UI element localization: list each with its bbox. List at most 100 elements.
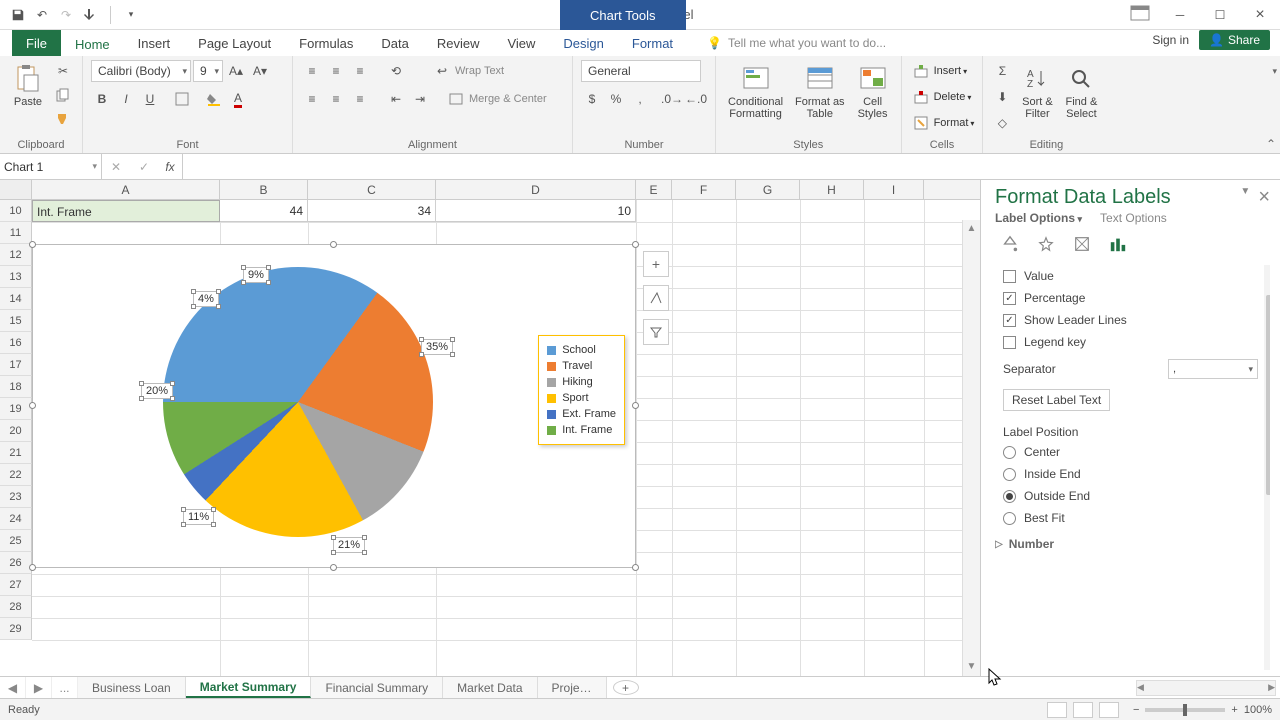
fill-color-icon[interactable] bbox=[203, 88, 225, 110]
sort-filter-button[interactable]: AZSort & Filter bbox=[1017, 60, 1057, 122]
pie-chart-object[interactable]: 35% 21% 11% 20% 4% 9% School Travel Hiki… bbox=[32, 244, 636, 568]
page-break-view-button[interactable] bbox=[1099, 702, 1119, 718]
clear-icon[interactable]: ◇ bbox=[991, 112, 1013, 134]
sheet-tab-financial-summary[interactable]: Financial Summary bbox=[311, 677, 443, 698]
data-label-9[interactable]: 9% bbox=[243, 267, 269, 283]
cell-C10[interactable]: 34 bbox=[308, 200, 436, 222]
review-tab[interactable]: Review bbox=[423, 30, 494, 56]
formulas-tab[interactable]: Formulas bbox=[285, 30, 367, 56]
new-sheet-button[interactable]: + bbox=[613, 680, 639, 695]
font-color-icon[interactable]: A bbox=[227, 88, 249, 110]
col-header-I[interactable]: I bbox=[864, 180, 924, 199]
touch-mode-icon[interactable] bbox=[82, 7, 98, 23]
select-all-corner[interactable] bbox=[0, 180, 32, 199]
bold-button[interactable]: B bbox=[91, 88, 113, 110]
chart-handle[interactable] bbox=[632, 402, 639, 409]
redo-icon[interactable]: ↷ bbox=[58, 7, 74, 23]
cancel-formula-icon[interactable]: ✕ bbox=[102, 160, 130, 174]
page-layout-view-button[interactable] bbox=[1073, 702, 1093, 718]
view-tab[interactable]: View bbox=[493, 30, 549, 56]
pane-dropdown-icon[interactable]: ▼ bbox=[1240, 186, 1250, 209]
row-header-24[interactable]: 24 bbox=[0, 508, 32, 530]
align-right-icon[interactable]: ≡ bbox=[349, 88, 371, 110]
inside-end-radio[interactable] bbox=[1003, 468, 1016, 481]
sheet-nav-next-icon[interactable]: ▶ bbox=[26, 677, 52, 698]
paste-button[interactable]: Paste bbox=[8, 60, 48, 110]
row-header-16[interactable]: 16 bbox=[0, 332, 32, 354]
ribbon-display-options-icon[interactable] bbox=[1130, 5, 1150, 24]
zoom-slider[interactable] bbox=[1145, 708, 1225, 712]
fill-icon[interactable]: ⬇ bbox=[991, 86, 1013, 108]
italic-button[interactable]: I bbox=[115, 88, 137, 110]
col-header-B[interactable]: B bbox=[220, 180, 308, 199]
effects-icon[interactable] bbox=[1035, 233, 1057, 255]
sheet-tab-project[interactable]: Proje… bbox=[538, 677, 607, 698]
minimize-button[interactable]: ─ bbox=[1160, 0, 1200, 30]
best-fit-radio[interactable] bbox=[1003, 512, 1016, 525]
decrease-decimal-icon[interactable]: ←.0 bbox=[685, 88, 707, 110]
save-icon[interactable] bbox=[10, 7, 26, 23]
row-header-18[interactable]: 18 bbox=[0, 376, 32, 398]
chart-handle[interactable] bbox=[29, 402, 36, 409]
qat-customize-icon[interactable]: ▾ bbox=[123, 7, 139, 23]
find-select-button[interactable]: Find & Select bbox=[1061, 60, 1101, 122]
number-section-toggle[interactable]: ▷Number bbox=[995, 529, 1258, 551]
chart-elements-button[interactable]: + bbox=[643, 251, 669, 277]
format-cells-button[interactable]: Format▾ bbox=[910, 112, 975, 134]
row-header-27[interactable]: 27 bbox=[0, 574, 32, 596]
data-label-21[interactable]: 21% bbox=[333, 537, 365, 553]
sheet-nav-more-icon[interactable]: ... bbox=[52, 677, 78, 698]
accounting-format-icon[interactable]: $ bbox=[581, 88, 603, 110]
zoom-out-button[interactable]: − bbox=[1133, 704, 1139, 716]
name-box[interactable]: Chart 1 bbox=[0, 154, 102, 179]
chart-filters-button[interactable] bbox=[643, 319, 669, 345]
value-checkbox[interactable] bbox=[1003, 270, 1016, 283]
center-radio[interactable] bbox=[1003, 446, 1016, 459]
borders-icon[interactable] bbox=[171, 88, 193, 110]
row-header-25[interactable]: 25 bbox=[0, 530, 32, 552]
zoom-level[interactable]: 100% bbox=[1244, 704, 1272, 716]
normal-view-button[interactable] bbox=[1047, 702, 1067, 718]
chart-handle[interactable] bbox=[632, 241, 639, 248]
row-header-22[interactable]: 22 bbox=[0, 464, 32, 486]
file-tab[interactable]: File bbox=[12, 30, 61, 56]
comma-format-icon[interactable]: , bbox=[629, 88, 651, 110]
legend-item[interactable]: Ext. Frame bbox=[547, 406, 616, 422]
percent-format-icon[interactable]: % bbox=[605, 88, 627, 110]
delete-cells-button[interactable]: Delete▾ bbox=[910, 86, 975, 108]
cell-D10[interactable]: 10 bbox=[436, 200, 636, 222]
outside-end-radio[interactable] bbox=[1003, 490, 1016, 503]
cells-area[interactable]: Int. Frame 44 34 10 35% bbox=[32, 200, 962, 676]
col-header-D[interactable]: D bbox=[436, 180, 636, 199]
legend-item[interactable]: Int. Frame bbox=[547, 422, 616, 438]
row-header-17[interactable]: 17 bbox=[0, 354, 32, 376]
sheet-tab-business-loan[interactable]: Business Loan bbox=[78, 677, 186, 698]
label-options-subtab[interactable]: Label Options bbox=[995, 211, 1082, 225]
autosum-icon[interactable]: Σ bbox=[991, 60, 1013, 82]
scroll-down-icon[interactable]: ▼ bbox=[963, 658, 980, 676]
row-header-15[interactable]: 15 bbox=[0, 310, 32, 332]
design-tab[interactable]: Design bbox=[549, 30, 617, 56]
decrease-font-icon[interactable]: A▾ bbox=[249, 60, 271, 82]
number-format-combo[interactable]: General bbox=[581, 60, 701, 82]
pie-chart[interactable] bbox=[163, 267, 433, 537]
pane-close-icon[interactable]: × bbox=[1258, 186, 1270, 209]
row-header-26[interactable]: 26 bbox=[0, 552, 32, 574]
underline-button[interactable]: U bbox=[139, 88, 161, 110]
row-header-21[interactable]: 21 bbox=[0, 442, 32, 464]
separator-combo[interactable]: , bbox=[1168, 359, 1258, 379]
data-label-11[interactable]: 11% bbox=[183, 509, 214, 525]
vertical-scrollbar[interactable]: ▲ ▼ bbox=[962, 220, 980, 676]
close-button[interactable]: × bbox=[1240, 0, 1280, 30]
share-button[interactable]: 👤Share bbox=[1199, 30, 1270, 50]
pane-scrollbar[interactable] bbox=[1264, 265, 1270, 670]
reset-label-text-button[interactable]: Reset Label Text bbox=[1003, 389, 1110, 411]
row-header-19[interactable]: 19 bbox=[0, 398, 32, 420]
chart-styles-button[interactable] bbox=[643, 285, 669, 311]
legend-item[interactable]: School bbox=[547, 342, 616, 358]
row-header-13[interactable]: 13 bbox=[0, 266, 32, 288]
format-as-table-button[interactable]: Format as Table bbox=[791, 60, 849, 122]
row-header-23[interactable]: 23 bbox=[0, 486, 32, 508]
home-tab[interactable]: Home bbox=[61, 30, 124, 56]
legend-item[interactable]: Hiking bbox=[547, 374, 616, 390]
